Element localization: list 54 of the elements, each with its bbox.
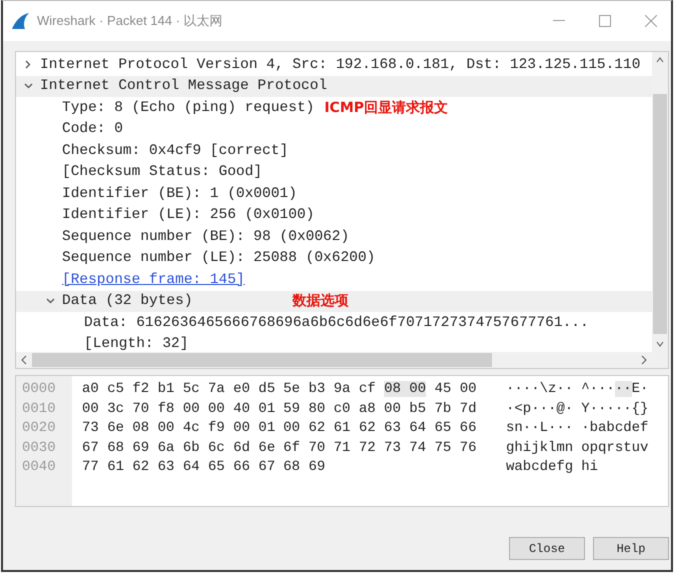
dialog-button[interactable]: Help <box>593 537 669 560</box>
ascii-text[interactable]: ·babcdef <box>581 420 648 436</box>
tree-item[interactable]: Internet Control Message Protocol <box>36 78 328 94</box>
tree-item[interactable]: Sequence number (BE): 98 (0x0062) <box>58 228 350 245</box>
selected-hex-bytes[interactable]: 08 00 <box>384 381 426 397</box>
minimize-icon[interactable] <box>553 20 565 22</box>
ascii-text[interactable]: sn··L··· <box>506 420 574 436</box>
tree-item[interactable]: Data (32 bytes) <box>58 293 193 310</box>
tree-item[interactable]: [Checksum Status: Good] <box>58 164 262 180</box>
ascii-text[interactable]: Y·····{} <box>581 400 648 416</box>
tree-item[interactable]: Code: 0 <box>58 121 123 138</box>
vertical-scrollbar[interactable] <box>652 52 668 352</box>
selected-ascii-text[interactable]: ·· <box>614 381 632 397</box>
tree-item[interactable]: Identifier (LE): 256 (0x0100) <box>58 207 314 224</box>
byte-offset: 0010 <box>22 400 57 418</box>
ascii-text[interactable]: ghijklmn <box>506 440 574 456</box>
tree-item[interactable]: Type: 8 (Echo (ping) request) <box>58 100 314 116</box>
ascii-text[interactable]: wabcdefg <box>506 459 574 475</box>
annotation-text: 数据选项 <box>292 292 349 310</box>
ascii-text[interactable]: ^··· <box>581 381 615 397</box>
ascii-text[interactable]: opqrstuv <box>581 440 648 456</box>
maximize-icon[interactable] <box>599 15 611 27</box>
hex-bytes[interactable]: a0 c5 f2 b1 5c 7a e0 d5 <box>82 381 276 397</box>
annotation-text: ICMP回显请求报文 <box>324 98 448 117</box>
response-frame-link[interactable]: [Response frame: 145] <box>58 272 245 288</box>
hex-bytes[interactable]: 5e b3 9a cf <box>283 381 376 397</box>
hex-bytes[interactable]: 73 6e 08 00 4c f9 00 01 <box>82 420 276 436</box>
dialog-button[interactable]: Close <box>509 537 585 560</box>
tree-item[interactable]: Internet Protocol Version 4, Src: 192.168.0.181, Dst: 123.125.115.110 <box>36 56 640 73</box>
horizontal-scrollbar[interactable] <box>16 352 668 368</box>
window-title: Wireshark · Packet 144 · 以太网 <box>37 12 224 30</box>
hex-bytes[interactable]: 59 80 c0 a8 00 b5 7b 7d <box>283 400 476 416</box>
hex-bytes[interactable]: 77 61 62 63 64 65 66 67 <box>82 459 276 475</box>
tree-item[interactable]: Data: 6162636465666768696a6b6c6d6e6f7071727374757677761... <box>80 314 589 331</box>
hex-bytes[interactable]: 6f 70 71 72 73 74 75 76 <box>283 440 476 456</box>
byte-offset: 0030 <box>22 438 57 458</box>
tree-item[interactable]: Sequence number (LE): 25088 (0x6200) <box>58 250 376 266</box>
ascii-text[interactable]: ····\z·· <box>506 381 574 397</box>
hex-bytes[interactable]: 00 3c 70 f8 00 00 40 01 <box>82 400 276 416</box>
ascii-text[interactable]: E· <box>632 381 648 397</box>
close-icon[interactable] <box>645 15 657 27</box>
byte-offset: 0040 <box>22 458 57 477</box>
ascii-text[interactable]: ·<p···@· <box>506 400 574 416</box>
hex-bytes[interactable]: 00 62 61 62 63 64 65 66 <box>283 420 476 436</box>
byte-offset: 0000 <box>22 380 57 399</box>
byte-offset: 0020 <box>22 419 57 438</box>
hex-bytes[interactable]: 68 69 <box>283 459 326 475</box>
tree-item[interactable]: Checksum: 0x4cf9 [correct] <box>58 142 288 159</box>
tree-item[interactable]: [Length: 32] <box>80 336 188 352</box>
hex-bytes[interactable]: 67 68 69 6a 6b 6c 6d 6e <box>82 440 276 456</box>
tree-item[interactable]: Identifier (BE): 1 (0x0001) <box>58 186 297 202</box>
ascii-text[interactable]: hi <box>581 459 598 475</box>
hex-bytes[interactable]: 45 00 <box>434 381 476 397</box>
shark-fin-icon <box>11 12 31 30</box>
